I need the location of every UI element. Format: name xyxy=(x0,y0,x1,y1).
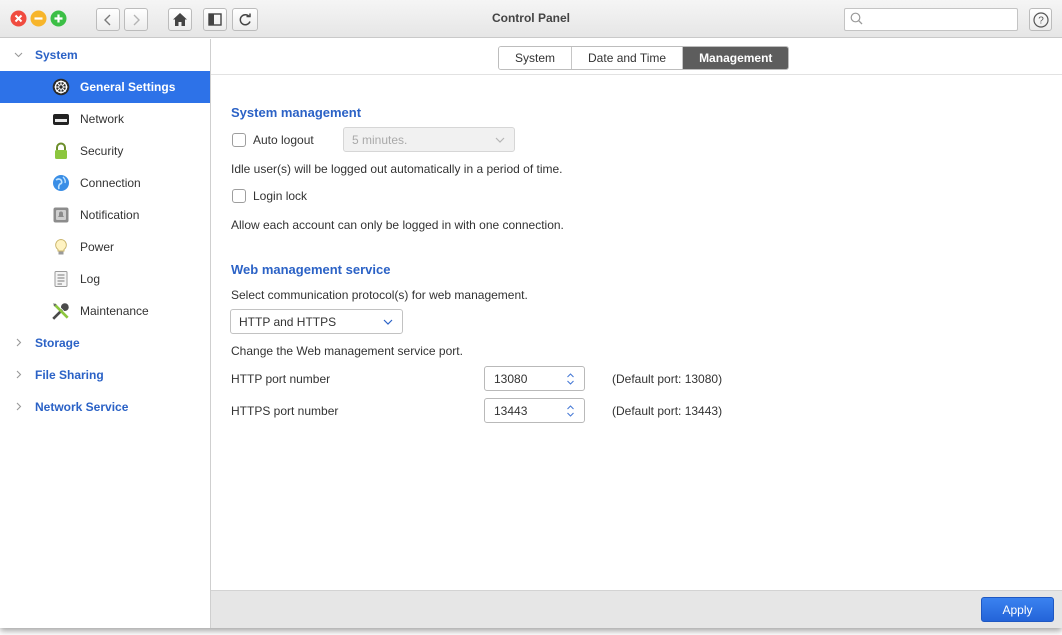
sidebar-item-label: Network xyxy=(80,112,125,126)
spinner-arrows-icon[interactable] xyxy=(566,371,575,387)
chevron-down-icon xyxy=(383,319,393,325)
sidebar-item-label: Maintenance xyxy=(80,304,149,318)
sidebar-item-power[interactable]: Power xyxy=(0,231,210,263)
sidebar-category-label: File Sharing xyxy=(35,368,104,382)
tools-icon xyxy=(52,303,69,320)
help-button[interactable]: ? xyxy=(1029,8,1052,31)
sidebar-item-label: Power xyxy=(80,240,115,254)
network-card-icon xyxy=(53,114,69,125)
protocol-description: Select communication protocol(s) for web… xyxy=(231,288,528,302)
chevron-right-icon xyxy=(16,402,22,411)
port-description: Change the Web management service port. xyxy=(231,344,463,358)
http-port-value: 13080 xyxy=(494,371,528,386)
sidebar-item-label: Security xyxy=(80,144,124,158)
footer-bar xyxy=(211,590,1062,628)
web-management-heading: Web management service xyxy=(231,262,391,277)
settings-tabs: System Date and Time Management xyxy=(498,46,790,70)
http-port-input[interactable]: 13080 xyxy=(484,366,585,391)
divider xyxy=(211,74,1062,75)
https-port-input[interactable]: 13443 xyxy=(484,398,585,423)
sidebar-item-security[interactable]: Security xyxy=(0,135,210,167)
http-port-label: HTTP port number xyxy=(231,372,331,386)
control-panel-window: Control Panel ? System General Settings xyxy=(0,0,1062,628)
log-icon xyxy=(54,271,68,287)
https-port-value: 13443 xyxy=(494,403,528,418)
sidebar-category-file-sharing[interactable]: File Sharing xyxy=(0,359,210,391)
auto-logout-select-value: 5 minutes. xyxy=(352,132,408,147)
tab-system[interactable]: System xyxy=(499,47,573,69)
tab-date-and-time[interactable]: Date and Time xyxy=(572,47,684,69)
sidebar-category-storage[interactable]: Storage xyxy=(0,327,210,359)
search-input[interactable] xyxy=(844,8,1018,31)
protocol-select-value: HTTP and HTTPS xyxy=(239,314,337,329)
auto-logout-select[interactable]: 5 minutes. xyxy=(343,127,515,152)
protocol-select[interactable]: HTTP and HTTPS xyxy=(230,309,403,334)
sidebar-category-system[interactable]: System xyxy=(0,39,210,71)
sidebar-category-label: Storage xyxy=(35,336,80,350)
chevron-down-icon xyxy=(495,137,505,143)
sidebar-item-log[interactable]: Log xyxy=(0,263,210,295)
sidebar-item-maintenance[interactable]: Maintenance xyxy=(0,295,210,327)
gear-icon xyxy=(52,78,70,96)
sidebar-item-label: Notification xyxy=(80,208,140,222)
sidebar-item-label: Connection xyxy=(80,176,141,190)
tab-management[interactable]: Management xyxy=(683,47,789,69)
lock-icon xyxy=(55,142,67,159)
login-lock-label: Login lock xyxy=(253,189,308,203)
globe-icon xyxy=(53,175,69,191)
sidebar-category-label: System xyxy=(35,48,78,62)
svg-text:?: ? xyxy=(1038,15,1044,26)
sidebar-item-network[interactable]: Network xyxy=(0,103,210,135)
sidebar-item-notification[interactable]: Notification xyxy=(0,199,210,231)
spinner-arrows-icon[interactable] xyxy=(566,403,575,419)
help-icon: ? xyxy=(1032,11,1049,28)
system-management-heading: System management xyxy=(231,105,362,120)
notification-icon xyxy=(53,207,69,223)
http-default-port-note: (Default port: 13080) xyxy=(612,372,723,386)
login-lock-checkbox[interactable] xyxy=(232,189,246,203)
sidebar-item-connection[interactable]: Connection xyxy=(0,167,210,199)
chevron-right-icon xyxy=(16,338,22,347)
sidebar-item-general-settings[interactable]: General Settings xyxy=(0,71,210,103)
sidebar: System General Settings Network Security… xyxy=(0,39,211,628)
https-default-port-note: (Default port: 13443) xyxy=(612,404,723,418)
apply-button[interactable]: Apply xyxy=(981,597,1054,622)
sidebar-category-label: Network Service xyxy=(35,400,129,414)
lightbulb-icon xyxy=(55,238,67,255)
auto-logout-checkbox[interactable] xyxy=(232,133,246,147)
auto-logout-label: Auto logout xyxy=(253,133,314,147)
login-lock-description: Allow each account can only be logged in… xyxy=(231,218,564,232)
https-port-label: HTTPS port number xyxy=(231,404,339,418)
auto-logout-description: Idle user(s) will be logged out automati… xyxy=(231,162,563,176)
sidebar-item-label: Log xyxy=(80,272,101,286)
sidebar-item-label: General Settings xyxy=(80,80,176,94)
title-bar: Control Panel ? xyxy=(0,0,1062,38)
sidebar-category-network-service[interactable]: Network Service xyxy=(0,391,210,423)
search-icon xyxy=(850,12,863,25)
chevron-right-icon xyxy=(16,370,22,379)
chevron-down-icon xyxy=(14,52,23,58)
